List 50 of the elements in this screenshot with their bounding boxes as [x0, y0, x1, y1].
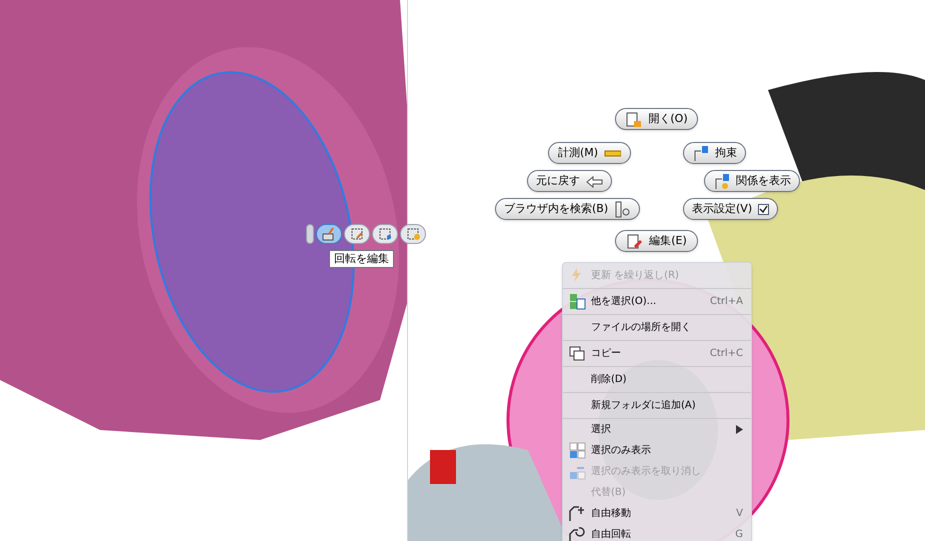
submenu-arrow-icon	[736, 425, 743, 434]
shortcut-label: V	[736, 507, 743, 521]
free-move-icon	[568, 505, 586, 522]
sketch-pencil-icon	[349, 226, 365, 242]
menu-item[interactable]: 新規フォルダに追加(A)	[563, 393, 751, 419]
menu-item-label: 更新 を繰り返し(R)	[591, 268, 680, 283]
menu-item-label: 選択のみ表示を取り消し	[591, 464, 702, 479]
marking-menu-button[interactable]: 編集(E)	[615, 230, 698, 252]
menu-item-label: ファイルの場所を開く	[591, 320, 692, 335]
menu-item-label: 選択のみ表示	[591, 444, 652, 458]
menu-item-label: 新規フォルダに追加(A)	[591, 398, 697, 413]
checkbox[interactable]	[758, 204, 770, 214]
sketch-node-icon	[377, 226, 393, 242]
menu-item[interactable]: 削除(D)	[563, 367, 751, 393]
toolbar-grip-icon[interactable]	[306, 224, 314, 244]
marking-menu-button[interactable]: ブラウザ内を検索(B)	[495, 198, 640, 220]
constraint-icon	[692, 144, 709, 162]
select-other-icon	[568, 293, 586, 310]
menu-item-label: 他を選択(O)...	[591, 295, 658, 309]
menu-item[interactable]: ファイルの場所を開く	[563, 315, 751, 341]
relationship-icon	[713, 172, 730, 190]
menu-item[interactable]: 他を選択(O)... Ctrl+A	[563, 289, 751, 315]
menu-item[interactable]: 自由回転 G	[563, 524, 751, 541]
shortcut-label: Ctrl+C	[710, 347, 743, 361]
browser-search-icon	[614, 200, 632, 218]
marking-menu-button[interactable]: 開く(O)	[615, 108, 698, 130]
marking-menu-button[interactable]: 計測(M)	[548, 142, 631, 164]
marking-menu-button[interactable]: 拘束	[683, 142, 746, 164]
menu-item[interactable]: コピー Ctrl+C	[563, 341, 751, 367]
menu-item-label: 自由回転	[591, 528, 632, 541]
shortcut-label: Ctrl+A	[710, 295, 743, 309]
menu-item-label: 削除(D)	[591, 372, 628, 387]
shortcut-label: G	[735, 528, 743, 541]
menu-item[interactable]: 自由移動 V	[563, 503, 751, 524]
marking-menu-button[interactable]: 元に戻す	[527, 170, 612, 192]
free-rotate-icon	[568, 526, 586, 541]
menu-item[interactable]: 選択	[563, 419, 751, 440]
menu-item-label: コピー	[591, 347, 622, 361]
edit-icon	[626, 232, 644, 250]
marking-menu-button[interactable]: 表示設定(V)	[683, 198, 778, 220]
menu-item-label: 代替(B)	[591, 486, 627, 500]
copy-icon	[568, 345, 586, 362]
menu-item-label: 選択	[591, 423, 612, 437]
isolate-icon	[568, 442, 586, 459]
menu-item[interactable]: 選択のみ表示	[563, 440, 751, 461]
menu-item-label: 自由移動	[591, 506, 632, 521]
open-file-icon	[625, 110, 642, 128]
marking-menu-button[interactable]: 関係を表示	[704, 170, 800, 192]
valve-cap	[430, 450, 456, 484]
tooltip: 回転を編集	[329, 250, 394, 268]
